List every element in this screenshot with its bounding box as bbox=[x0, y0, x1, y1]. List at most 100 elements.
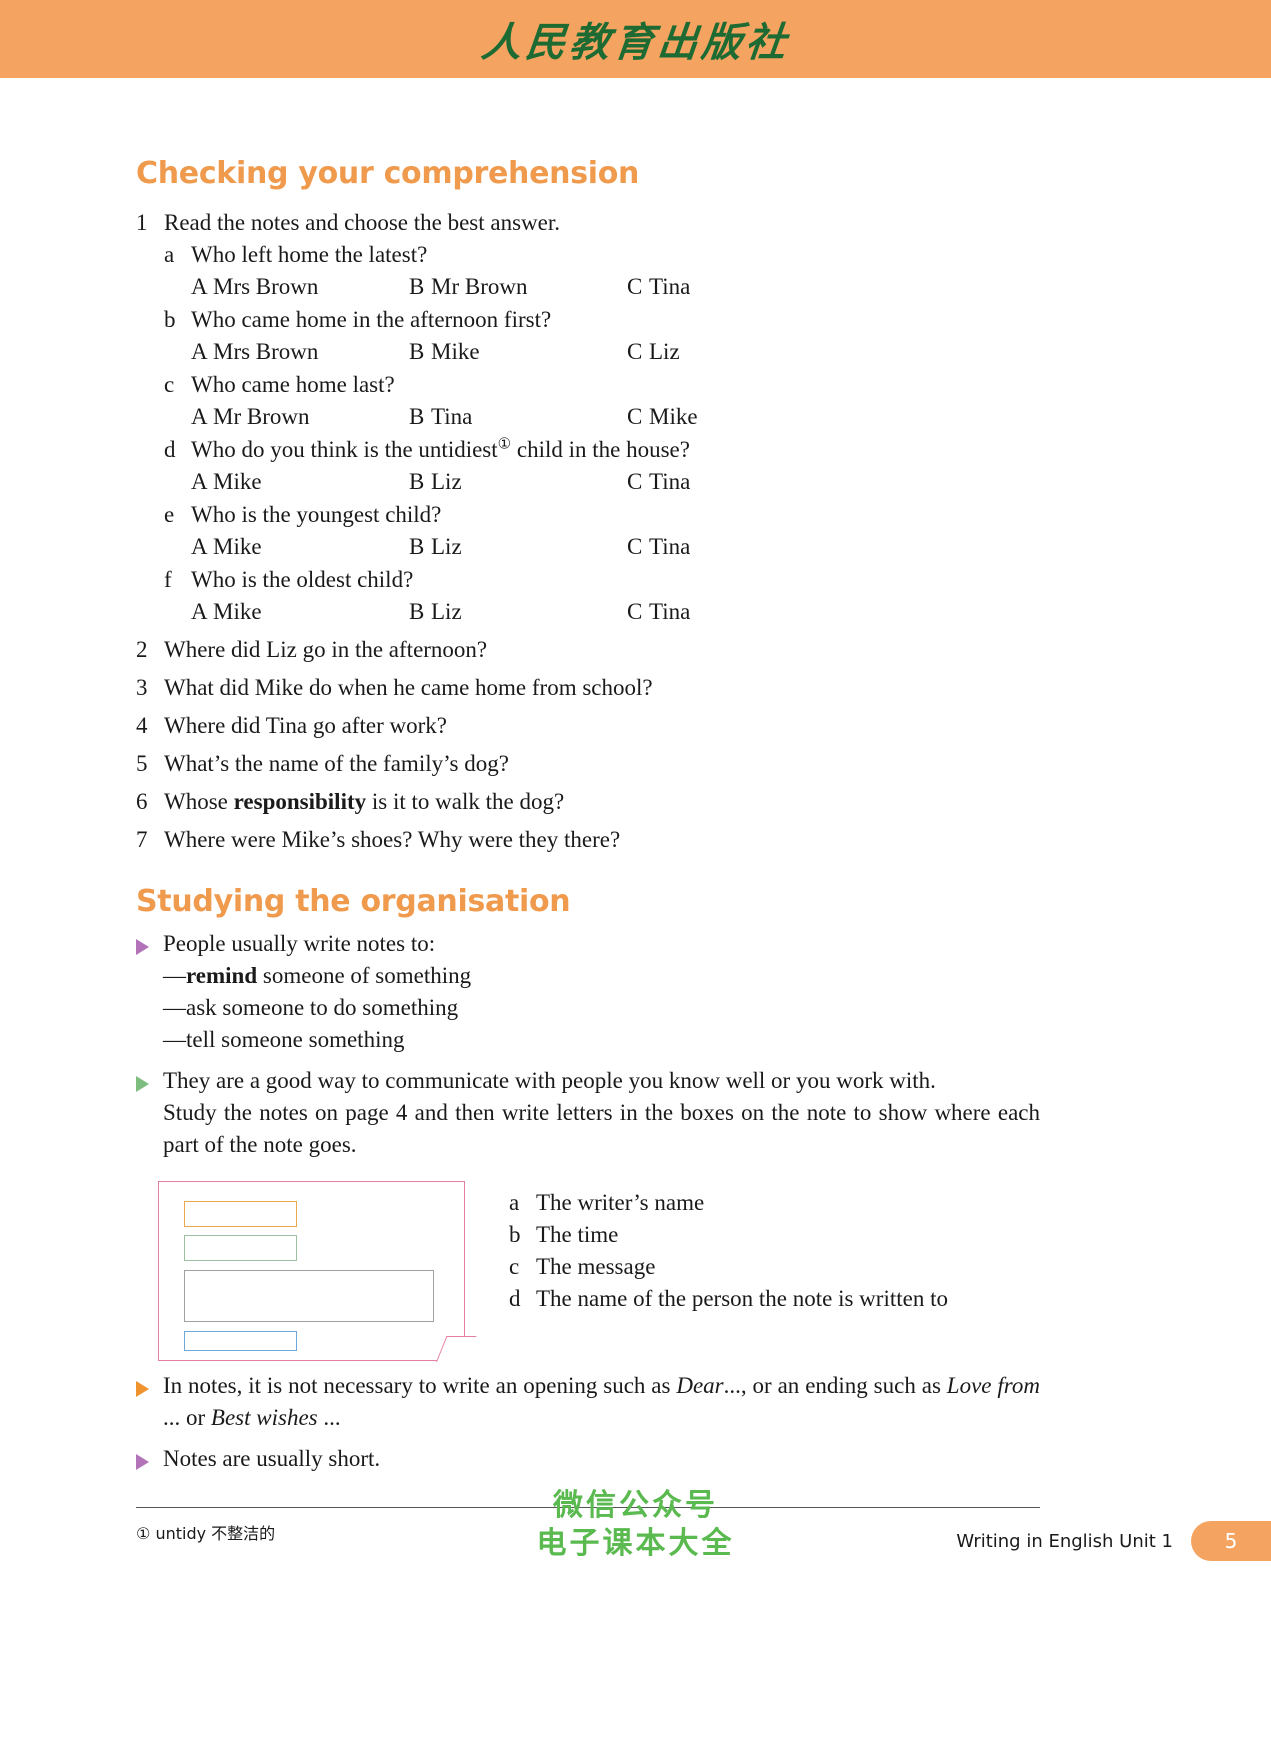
sub-question-text: Who left home the latest? bbox=[191, 242, 428, 267]
option-row-e: A Mike B Liz C Tina bbox=[191, 531, 1040, 562]
note-part-key: b bbox=[509, 1222, 521, 1247]
option-row-b: A Mrs Brown B Mike C Liz bbox=[191, 336, 1040, 367]
bullet-item-3: In notes, it is not necessary to write a… bbox=[136, 1370, 1040, 1434]
sub-question-a: a Who left home the latest? bbox=[164, 239, 1040, 270]
bullet-item-4: Notes are usually short. bbox=[136, 1443, 1040, 1475]
option-key: A bbox=[191, 274, 208, 299]
option-row-d: A Mike B Liz C Tina bbox=[191, 466, 1040, 497]
dash-text: ask someone to do something bbox=[186, 995, 459, 1020]
option-c[interactable]: C Liz bbox=[627, 336, 845, 367]
note-part-key: d bbox=[509, 1286, 521, 1311]
dash-item-1: —remind someone of something bbox=[163, 963, 472, 988]
sub-question-text: Who came home last? bbox=[191, 372, 395, 397]
note-box-time[interactable] bbox=[184, 1235, 297, 1261]
dash-keyword-bold: remind bbox=[186, 963, 258, 988]
option-key: A bbox=[191, 339, 208, 364]
section-heading-organisation: Studying the organisation bbox=[136, 884, 571, 919]
note-box-signature[interactable] bbox=[184, 1331, 297, 1351]
option-label: Tina bbox=[431, 404, 473, 429]
option-b[interactable]: B Liz bbox=[409, 466, 627, 497]
option-label: Mike bbox=[213, 534, 262, 559]
question-number: 4 bbox=[136, 713, 148, 738]
sub-question-letter: a bbox=[164, 242, 175, 267]
option-a[interactable]: A Mrs Brown bbox=[191, 336, 409, 367]
note-box-message[interactable] bbox=[184, 1270, 434, 1322]
question-text: Read the notes and choose the best answe… bbox=[164, 210, 560, 235]
question-row-4: 4 Where did Tina go after work? bbox=[136, 710, 1040, 741]
option-b[interactable]: B Mr Brown bbox=[409, 271, 627, 302]
option-a[interactable]: A Mike bbox=[191, 596, 409, 627]
dash-text: tell someone something bbox=[186, 1027, 405, 1052]
note-box-recipient[interactable] bbox=[184, 1201, 297, 1227]
option-c[interactable]: C Tina bbox=[627, 271, 845, 302]
question-number: 2 bbox=[136, 637, 148, 662]
note-part-item-c: c The message bbox=[509, 1251, 948, 1283]
option-a[interactable]: A Mrs Brown bbox=[191, 271, 409, 302]
sub-question-letter: d bbox=[164, 437, 176, 462]
option-c[interactable]: C Tina bbox=[627, 596, 845, 627]
option-label: Tina bbox=[649, 599, 691, 624]
question-keyword-bold: responsibility bbox=[233, 789, 367, 814]
publisher-banner: 人民教育出版社 bbox=[0, 0, 1271, 78]
option-label: Liz bbox=[431, 599, 462, 624]
sub-question-c: c Who came home last? bbox=[164, 369, 1040, 400]
option-b[interactable]: B Tina bbox=[409, 401, 627, 432]
option-label: Liz bbox=[649, 339, 680, 364]
option-key: B bbox=[409, 534, 425, 559]
option-key: B bbox=[409, 469, 425, 494]
question-text: Where did Tina go after work? bbox=[164, 713, 447, 738]
option-c[interactable]: C Tina bbox=[627, 466, 845, 497]
bullet-text: Notes are usually short. bbox=[163, 1446, 381, 1471]
option-b[interactable]: B Mike bbox=[409, 336, 627, 367]
question-list: 1 Read the notes and choose the best ans… bbox=[136, 207, 1040, 855]
question-number: 1 bbox=[136, 210, 148, 235]
option-label: Mrs Brown bbox=[213, 274, 319, 299]
option-key: A bbox=[191, 534, 208, 559]
option-c[interactable]: C Tina bbox=[627, 531, 845, 562]
note-part-list: a The writer’s name b The time c The mes… bbox=[509, 1181, 948, 1361]
bullet-text: People usually write notes to: bbox=[163, 931, 436, 956]
question-row-6: 6 Whose responsibility is it to walk the… bbox=[136, 786, 1040, 817]
sub-question-letter: e bbox=[164, 502, 175, 527]
sub-question-text: Who is the oldest child? bbox=[191, 567, 414, 592]
option-key: B bbox=[409, 274, 425, 299]
bullet-item-1: People usually write notes to: bbox=[136, 928, 1040, 960]
dash-item-3: —tell someone something bbox=[163, 1027, 405, 1052]
option-row-c: A Mr Brown B Tina C Mike bbox=[191, 401, 1040, 432]
note-diagram bbox=[158, 1181, 477, 1362]
option-label: Mike bbox=[431, 339, 480, 364]
option-key: C bbox=[627, 274, 643, 299]
option-key: C bbox=[627, 469, 643, 494]
option-a[interactable]: A Mike bbox=[191, 531, 409, 562]
sub-question-e: e Who is the youngest child? bbox=[164, 499, 1040, 530]
option-b[interactable]: B Liz bbox=[409, 531, 627, 562]
dash-item-2: —ask someone to do something bbox=[163, 995, 459, 1020]
sub-question-letter: b bbox=[164, 307, 176, 332]
section-heading-comprehension: Checking your comprehension bbox=[136, 156, 640, 191]
option-key: A bbox=[191, 599, 208, 624]
question-row-5: 5 What’s the name of the family’s dog? bbox=[136, 748, 1040, 779]
option-label: Mrs Brown bbox=[213, 339, 319, 364]
option-a[interactable]: A Mike bbox=[191, 466, 409, 497]
option-a[interactable]: A Mr Brown bbox=[191, 401, 409, 432]
question-text: Where did Liz go in the afternoon? bbox=[164, 637, 488, 662]
option-b[interactable]: B Liz bbox=[409, 596, 627, 627]
note-part-label: The name of the person the note is writt… bbox=[536, 1286, 948, 1311]
bullet-text-italic2: Love from bbox=[946, 1373, 1040, 1398]
option-c[interactable]: C Mike bbox=[627, 401, 845, 432]
option-label: Mr Brown bbox=[213, 404, 310, 429]
publisher-logo: 人民教育出版社 bbox=[478, 20, 792, 65]
option-key: A bbox=[191, 404, 208, 429]
option-row-a: A Mrs Brown B Mr Brown C Tina bbox=[191, 271, 1040, 302]
page-number-badge: 5 bbox=[1191, 1521, 1271, 1561]
option-key: B bbox=[409, 339, 425, 364]
option-label: Tina bbox=[649, 469, 691, 494]
note-part-item-d: d The name of the person the note is wri… bbox=[509, 1283, 948, 1315]
content-column: Checking your comprehension 1 Read the n… bbox=[136, 78, 1040, 1475]
note-part-key: c bbox=[509, 1254, 520, 1279]
dash-text: someone of something bbox=[257, 963, 472, 988]
question-text: What’s the name of the family’s dog? bbox=[164, 751, 509, 776]
question-number: 7 bbox=[136, 827, 148, 852]
option-label: Liz bbox=[431, 534, 462, 559]
sub-question-d: d Who do you think is the untidiest① chi… bbox=[164, 434, 1040, 465]
